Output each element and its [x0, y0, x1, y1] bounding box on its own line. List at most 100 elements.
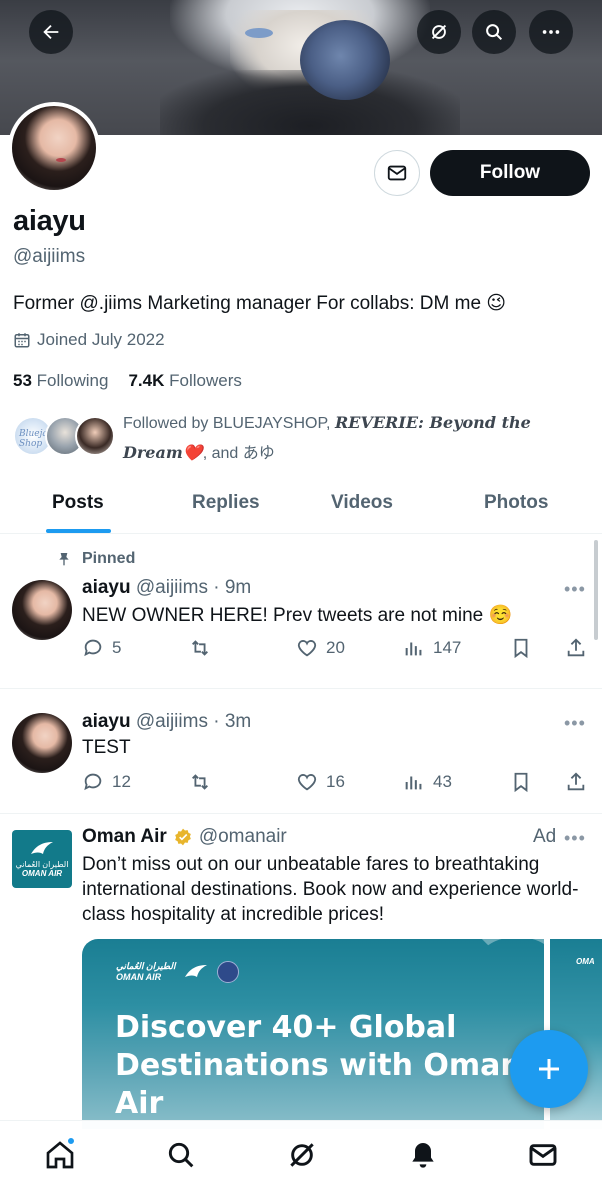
- ad-label: Ad: [533, 826, 557, 847]
- back-arrow-icon: [43, 24, 59, 40]
- tab-replies[interactable]: Replies: [192, 492, 260, 514]
- search-button[interactable]: [472, 10, 516, 54]
- tweet-more-icon[interactable]: •••: [564, 713, 586, 734]
- banner-rose: [300, 20, 390, 100]
- views-icon: [405, 642, 422, 656]
- heart-icon: [297, 640, 317, 657]
- ad-header: Oman Air @omanair: [82, 826, 287, 848]
- followers-count: 7.4K: [128, 371, 165, 390]
- ad-more-icon[interactable]: •••: [564, 828, 586, 849]
- tweet-avatar[interactable]: [12, 580, 72, 640]
- message-button[interactable]: [374, 150, 420, 196]
- more-button[interactable]: [529, 10, 573, 54]
- banner-eye: [245, 28, 273, 38]
- ad-author[interactable]: Oman Air: [82, 826, 167, 848]
- nav-search[interactable]: [163, 1137, 199, 1173]
- joined-date: Joined July 2022: [13, 330, 165, 350]
- tweet-author[interactable]: aiayu: [82, 711, 131, 732]
- tweet-text: TEST: [82, 737, 131, 758]
- card-brand-english: OMAN AIR: [116, 972, 162, 982]
- profile-name: aiayu: [13, 205, 86, 237]
- following-link[interactable]: 53 Following: [13, 371, 108, 391]
- bookmark-button[interactable]: [510, 637, 532, 659]
- avatar-image: [12, 106, 96, 190]
- card-headline: Discover 40+ Global Destinations with Om…: [115, 1010, 522, 1121]
- following-count: 53: [13, 371, 32, 390]
- retweet-button[interactable]: [189, 637, 219, 659]
- reply-button[interactable]: 12: [82, 771, 131, 793]
- share-icon: [567, 772, 585, 791]
- calendar-icon: [14, 333, 30, 348]
- oman-air-logo[interactable]: الطيران العُماني OMAN AIR: [12, 830, 72, 888]
- tab-videos[interactable]: Videos: [331, 492, 393, 514]
- grok-icon: [290, 1143, 314, 1167]
- tweet-header: aiayu @aijiims · 9m: [82, 577, 251, 599]
- oneworld-icon: [217, 961, 240, 983]
- profile-handle: @aijiims: [13, 246, 86, 267]
- retweet-icon: [192, 640, 208, 656]
- bottom-navigation: [0, 1120, 602, 1200]
- followers-label: Followers: [169, 371, 242, 390]
- back-button[interactable]: [29, 10, 73, 54]
- tweet-actions: 5 20 147: [82, 637, 592, 663]
- retweet-icon: [192, 774, 208, 790]
- card-brand-text: الطيران العُماني OMAN AIR: [116, 961, 175, 983]
- tweet-more-icon[interactable]: •••: [564, 579, 586, 600]
- grok-button[interactable]: [417, 10, 461, 54]
- bookmark-icon: [514, 638, 528, 659]
- views-button[interactable]: 147: [403, 637, 461, 659]
- heart-icon: [297, 774, 317, 791]
- nav-home[interactable]: [42, 1136, 78, 1173]
- nav-grok[interactable]: [284, 1137, 320, 1173]
- home-notification-dot: [66, 1136, 76, 1146]
- followed-avatar: [75, 416, 115, 456]
- like-count: 16: [326, 772, 345, 791]
- tweet-actions: 12 16 43: [82, 771, 592, 797]
- share-icon: [567, 638, 585, 657]
- like-button[interactable]: 20: [296, 637, 345, 659]
- followed-by-text[interactable]: Followed by BLUEJAYSHOP, REVERIE: Beyond…: [123, 408, 543, 468]
- follow-button[interactable]: Follow: [430, 150, 590, 196]
- following-label: Following: [36, 371, 109, 390]
- nav-notifications[interactable]: [405, 1137, 441, 1173]
- followed-by-suffix: , and あゆ: [202, 445, 275, 462]
- retweet-button[interactable]: [189, 771, 219, 793]
- joined-text: Joined July 2022: [37, 330, 165, 349]
- profile-avatar[interactable]: [8, 102, 100, 194]
- tweet[interactable]: aiayu @aijiims · 9m ••• NEW OWNER HERE! …: [0, 535, 602, 689]
- reply-button[interactable]: 5: [82, 637, 121, 659]
- reply-count: 5: [112, 638, 122, 657]
- tweet-meta: @aijiims · 9m: [135, 577, 252, 598]
- card-brand: الطيران العُماني OMAN AIR: [116, 961, 240, 983]
- verified-badge-icon: [174, 828, 191, 846]
- compose-button[interactable]: [510, 1030, 588, 1108]
- share-button[interactable]: [565, 771, 587, 793]
- notifications-icon: [412, 1143, 434, 1168]
- ad-media-card[interactable]: الطيران العُماني OMAN AIR Discover 40+ G…: [82, 939, 544, 1129]
- search-icon: [168, 1142, 194, 1168]
- tweet[interactable]: aiayu @aijiims · 3m ••• TEST 12 16 43: [0, 689, 602, 814]
- followers-link[interactable]: 7.4K Followers: [128, 371, 241, 391]
- bookmark-button[interactable]: [510, 771, 532, 793]
- messages-icon: [529, 1144, 557, 1166]
- share-button[interactable]: [565, 637, 587, 659]
- logo-arabic-text: الطيران العُماني: [15, 860, 69, 869]
- card-bird-icon: [185, 965, 208, 977]
- oman-air-bird-icon: [31, 842, 53, 854]
- tab-photos[interactable]: Photos: [484, 492, 548, 514]
- followed-by-avatars[interactable]: Bluejay Shop: [13, 416, 115, 460]
- profile-tabs: Posts Replies Videos Photos: [0, 478, 602, 534]
- logo-english-text: OMAN AIR: [21, 869, 63, 878]
- tweet-avatar[interactable]: [12, 713, 72, 773]
- ad-text: Don’t miss out on our unbeatable fares t…: [82, 854, 579, 925]
- like-button[interactable]: 16: [296, 771, 345, 793]
- tweet-author[interactable]: aiayu: [82, 577, 131, 598]
- active-tab-indicator: [46, 529, 111, 533]
- nav-messages[interactable]: [525, 1137, 561, 1173]
- views-button[interactable]: 43: [403, 771, 452, 793]
- like-count: 20: [326, 638, 345, 657]
- card2-brand: OMA: [576, 957, 595, 966]
- search-icon: [486, 24, 503, 41]
- reply-icon: [84, 773, 102, 791]
- tab-posts[interactable]: Posts: [52, 492, 104, 514]
